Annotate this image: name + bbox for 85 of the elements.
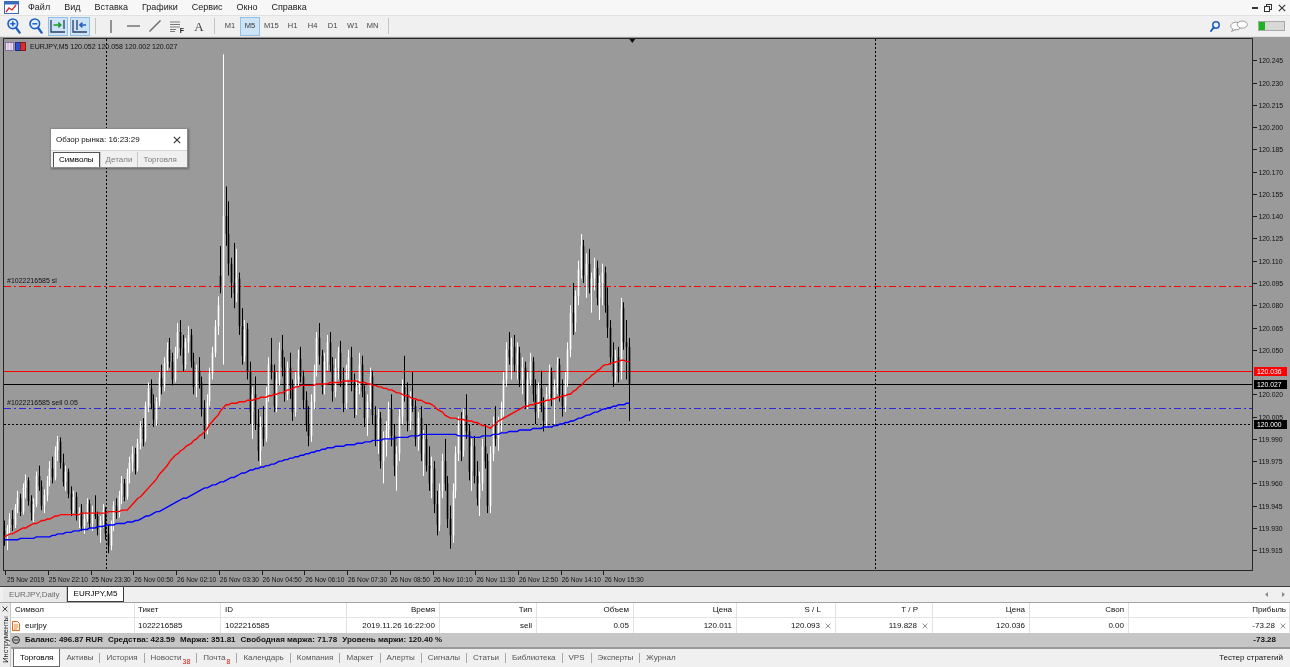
chart-tab[interactable]: EURJPY,M5 <box>66 587 125 602</box>
menu-item[interactable]: Окно <box>229 1 265 14</box>
table-cell: 2019.11.26 16:22:00 <box>362 621 435 630</box>
table-cell: 0.05 <box>613 621 629 630</box>
zoom-out-icon <box>29 18 43 34</box>
minimize-icon[interactable] <box>1252 6 1258 9</box>
vertical-line-icon <box>110 19 112 33</box>
close-icon[interactable] <box>1278 3 1286 12</box>
column-header[interactable]: Объем <box>537 603 634 617</box>
striped-square-icon <box>5 42 14 51</box>
table-cell: 0.00 <box>1108 621 1124 630</box>
auto-scroll-button[interactable] <box>48 16 68 36</box>
terminal-tab[interactable]: Эксперты <box>591 649 640 667</box>
terminal-tab[interactable]: Компания <box>290 649 340 667</box>
chevron-left-icon[interactable] <box>1265 592 1268 597</box>
table-cell: 120.036 <box>996 621 1025 630</box>
menu-item[interactable]: Справка <box>264 1 314 14</box>
summary-text: Средства: 423.59 <box>107 636 175 644</box>
menu-item[interactable]: Вставка <box>87 1 135 14</box>
search-icon[interactable] <box>1210 20 1220 32</box>
terminal-tab[interactable]: История <box>100 649 144 667</box>
terminal-tab[interactable]: Журнал <box>640 649 682 667</box>
column-header[interactable]: Время <box>347 603 440 617</box>
table-cell: sell <box>520 621 532 630</box>
column-header[interactable]: Своп <box>1030 603 1129 617</box>
app-window-icon[interactable] <box>4 1 19 14</box>
summary-total: -73.28 <box>1253 636 1276 644</box>
summary-text: Маржа: 351.81 <box>180 636 236 644</box>
table-cell: 1022216585 <box>225 621 270 630</box>
chart-tab[interactable]: EURJPY,Daily <box>3 587 67 602</box>
popup-tab[interactable]: Детали <box>99 152 138 167</box>
block-pair-icon <box>15 42 26 51</box>
menu-item[interactable]: Файл <box>21 1 58 14</box>
horizontal-line-icon <box>126 25 140 27</box>
arrow-to-line-icon <box>50 19 66 33</box>
popup-tab[interactable]: Торговля <box>137 152 182 167</box>
column-header[interactable]: Цена <box>933 603 1030 617</box>
table-cell: 119.828 <box>888 621 917 630</box>
diagonal-line-icon <box>149 20 161 32</box>
chat-bubbles-icon[interactable] <box>1230 20 1248 32</box>
terminal-tab[interactable]: Активы <box>60 649 100 667</box>
stacked-lines-icon <box>169 20 180 32</box>
menu-item[interactable]: Сервис <box>184 1 230 14</box>
column-header[interactable]: S / L <box>737 603 836 617</box>
terminal-tab[interactable]: Алерты <box>380 649 421 667</box>
column-header[interactable]: ID <box>221 603 347 617</box>
chevron-right-icon[interactable] <box>1282 592 1285 597</box>
restore-icon[interactable] <box>1264 3 1272 12</box>
terminal-tab[interactable]: Торговля <box>13 649 61 667</box>
zoom-in-button[interactable] <box>4 16 24 36</box>
menu-item[interactable]: Вид <box>57 1 88 14</box>
column-header[interactable]: Прибыль <box>1129 603 1290 617</box>
table-cell: -73.28 <box>1252 621 1275 630</box>
zoom-in-icon <box>7 18 21 34</box>
terminal-tab[interactable]: Маркет <box>340 649 380 667</box>
text-tool-button[interactable]: A <box>189 16 209 36</box>
column-header[interactable]: Символ <box>11 603 135 617</box>
strategy-tester-tab[interactable]: Тестер стратегий <box>1219 649 1290 667</box>
minus-circle-icon[interactable] <box>12 636 20 644</box>
summary-text: Баланс: 496.87 RUR <box>25 636 103 644</box>
chart-shift-button[interactable] <box>70 16 90 36</box>
terminal-tab[interactable]: Сигналы <box>421 649 467 667</box>
summary-text: Свободная маржа: 71.78 <box>240 636 338 644</box>
table-cell: 120.093 <box>791 621 820 630</box>
table-cell: eurjpy <box>25 621 47 630</box>
menu-item[interactable]: Графики <box>134 1 185 14</box>
column-header[interactable]: T / P <box>836 603 933 617</box>
table-cell: 120.011 <box>703 621 732 630</box>
document-icon <box>12 620 20 631</box>
close-icon[interactable] <box>2 606 8 612</box>
column-header[interactable]: Тип <box>440 603 537 617</box>
terminal-tab[interactable]: Библиотека <box>506 649 562 667</box>
arrow-from-line-icon <box>72 19 88 33</box>
terminal-tab[interactable]: VPS <box>562 649 591 667</box>
column-header[interactable]: Тикет <box>135 603 221 617</box>
terminal-tab[interactable]: Статьи <box>467 649 506 667</box>
terminal-tab[interactable]: Календарь <box>237 649 290 667</box>
summary-text: Уровень маржи: 120.40 % <box>342 636 443 644</box>
popup-title: Обзор рынка: 16:23:29 <box>56 135 140 144</box>
shift-marker-icon[interactable] <box>629 39 636 43</box>
popup-tab[interactable]: Символы <box>53 152 100 167</box>
column-header[interactable]: Цена <box>634 603 737 617</box>
table-cell: 1022216585 <box>138 621 183 630</box>
zoom-out-button[interactable] <box>26 16 46 36</box>
close-icon[interactable] <box>173 135 181 144</box>
